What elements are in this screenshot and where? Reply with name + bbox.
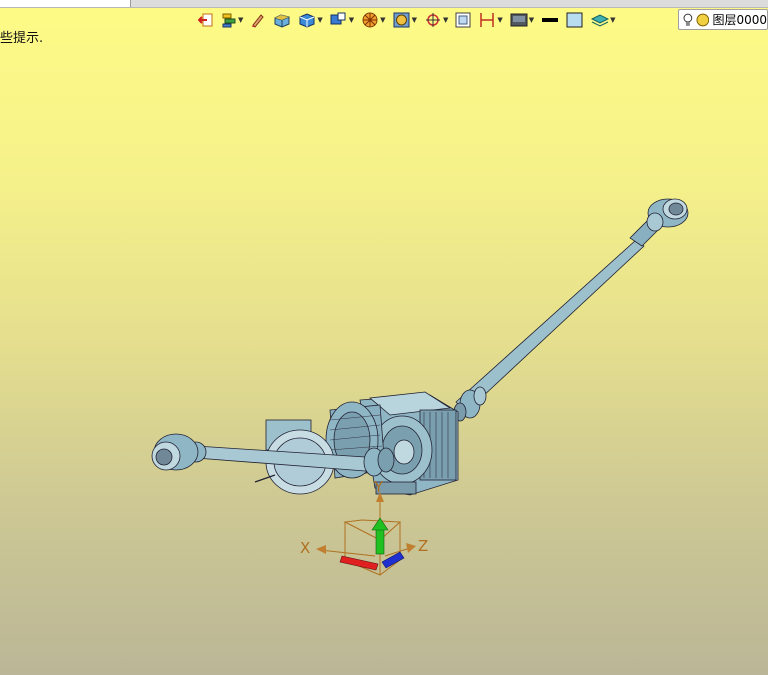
y-axis-label: Y — [373, 478, 384, 496]
z-axis-arrow — [406, 543, 416, 553]
x-axis-bar — [339, 555, 379, 571]
z-axis-label: Z — [418, 537, 428, 555]
universal-joint-left — [151, 433, 207, 471]
drive-shaft-right — [455, 239, 645, 413]
motor — [254, 401, 386, 495]
x-axis-label: X — [300, 539, 310, 557]
joint-mid — [453, 386, 487, 422]
universal-joint-right — [646, 198, 689, 232]
x-axis-arrow — [316, 545, 326, 554]
model-canvas[interactable]: Y X Z — [0, 0, 768, 675]
